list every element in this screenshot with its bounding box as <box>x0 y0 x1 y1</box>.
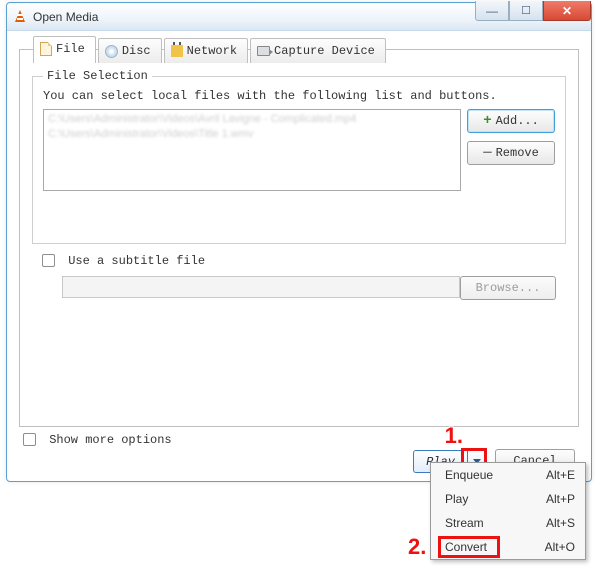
annotation-2: 2. <box>408 534 426 560</box>
list-item[interactable]: C:\Users\Administrator\Videos\Avril Lavi… <box>48 112 456 127</box>
file-icon <box>40 42 52 56</box>
menu-label: Play <box>445 492 468 506</box>
tab-label: Capture Device <box>274 44 375 58</box>
menu-shortcut: Alt+S <box>546 516 575 530</box>
title-bar: Open Media — ☐ ✕ <box>7 3 591 31</box>
tab-disc[interactable]: Disc <box>98 38 162 63</box>
checkbox-label: Show more options <box>49 433 171 447</box>
subtitle-path-input[interactable] <box>62 276 460 298</box>
subtitle-checkbox-row[interactable]: Use a subtitle file <box>42 254 205 268</box>
menu-item-convert[interactable]: Convert Alt+O <box>431 535 585 559</box>
show-more-checkbox[interactable] <box>23 433 36 446</box>
plus-icon: + <box>483 116 491 126</box>
add-button[interactable]: + Add... <box>467 109 555 133</box>
minus-icon: — <box>483 149 491 157</box>
button-label: Browse... <box>476 281 541 295</box>
subtitle-checkbox[interactable] <box>42 254 55 267</box>
annotation-1: 1. <box>445 423 463 449</box>
menu-item-play[interactable]: Play Alt+P <box>431 487 585 511</box>
tab-content-panel: File Selection You can select local file… <box>19 49 579 427</box>
menu-label: Convert <box>445 540 487 554</box>
list-item[interactable]: C:\Users\Administrator\Videos\Title 1.wm… <box>48 127 456 142</box>
tab-label: Network <box>187 44 237 58</box>
browse-button[interactable]: Browse... <box>460 276 556 300</box>
tab-label: File <box>56 42 85 56</box>
file-list[interactable]: C:\Users\Administrator\Videos\Avril Lavi… <box>43 109 461 191</box>
tab-network[interactable]: Network <box>164 38 248 63</box>
group-title: File Selection <box>43 69 152 83</box>
menu-label: Stream <box>445 516 484 530</box>
tab-capture-device[interactable]: Capture Device <box>250 38 386 63</box>
menu-item-enqueue[interactable]: Enqueue Alt+E <box>431 463 585 487</box>
disc-icon <box>105 45 118 58</box>
file-selection-description: You can select local files with the foll… <box>43 89 497 103</box>
menu-label: Enqueue <box>445 468 493 482</box>
open-media-window: Open Media — ☐ ✕ File Disc Network Captu… <box>6 2 592 482</box>
tab-bar: File Disc Network Capture Device <box>33 38 388 65</box>
menu-shortcut: Alt+P <box>546 492 575 506</box>
vlc-icon <box>13 10 27 24</box>
checkbox-label: Use a subtitle file <box>68 254 205 268</box>
menu-shortcut: Alt+E <box>546 468 575 482</box>
close-button[interactable]: ✕ <box>543 1 591 21</box>
button-label: Add... <box>496 114 539 128</box>
menu-shortcut: Alt+O <box>545 540 575 554</box>
file-selection-group: File Selection You can select local file… <box>32 76 566 244</box>
maximize-button[interactable]: ☐ <box>509 1 543 21</box>
network-icon <box>171 45 183 57</box>
menu-item-stream[interactable]: Stream Alt+S <box>431 511 585 535</box>
show-more-options-row[interactable]: Show more options <box>23 433 172 447</box>
window-controls: — ☐ ✕ <box>475 1 591 21</box>
capture-icon <box>257 46 270 56</box>
window-title: Open Media <box>33 10 98 24</box>
minimize-button[interactable]: — <box>475 1 509 21</box>
subtitle-group: Use a subtitle file Browse... <box>32 254 566 320</box>
tab-file[interactable]: File <box>33 36 96 63</box>
tab-label: Disc <box>122 44 151 58</box>
button-label: Remove <box>496 146 539 160</box>
play-dropdown-menu: Enqueue Alt+E Play Alt+P Stream Alt+S Co… <box>430 462 586 560</box>
remove-button[interactable]: — Remove <box>467 141 555 165</box>
